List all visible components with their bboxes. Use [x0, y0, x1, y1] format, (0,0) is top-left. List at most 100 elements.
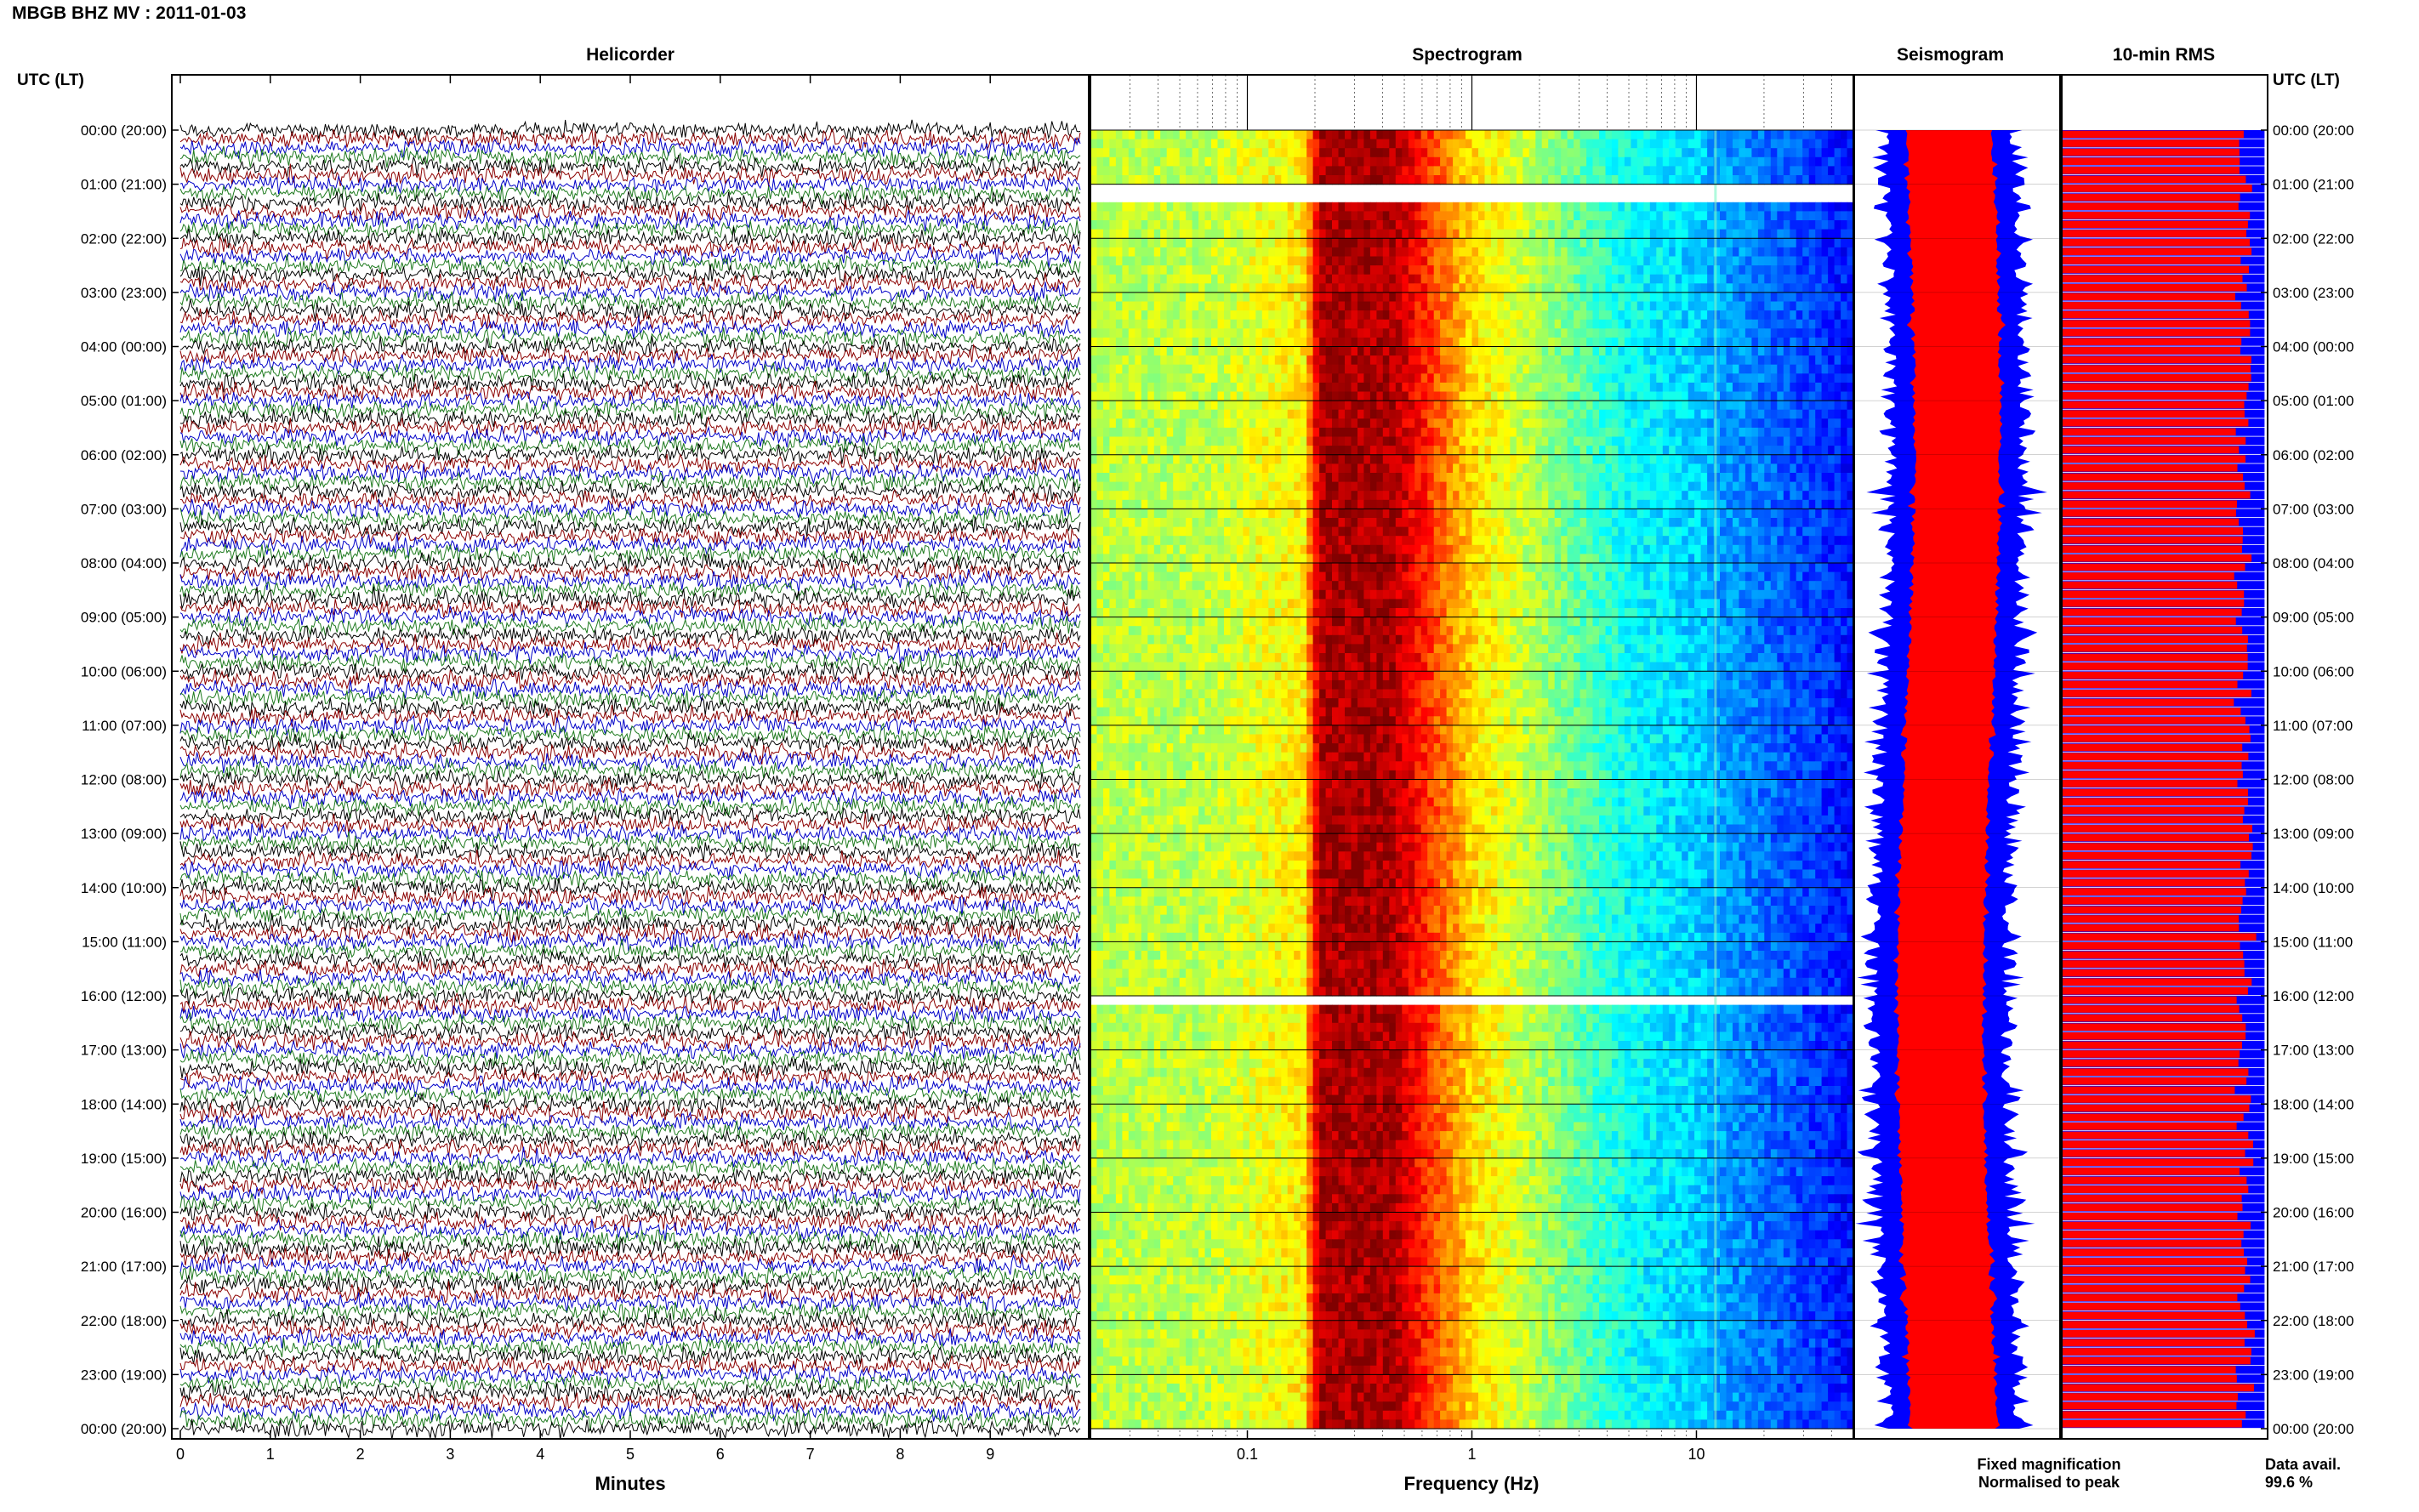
spectrogram-cell — [1281, 364, 1289, 374]
spectrogram-cell — [1796, 391, 1803, 401]
spectrogram-cell — [1790, 382, 1797, 393]
spectrogram-cell — [1682, 292, 1689, 303]
spectrogram-cell — [1682, 409, 1689, 419]
spectrogram-cell — [1440, 355, 1448, 366]
spectrogram-cell — [1656, 463, 1664, 474]
spectrogram-cell — [1599, 446, 1607, 456]
spectrogram-cell — [1503, 473, 1511, 483]
spectrogram-cell — [1306, 175, 1314, 185]
spectrogram-cell — [1338, 391, 1346, 401]
spectrogram-cell — [1611, 409, 1619, 419]
spectrogram-cell — [1369, 247, 1377, 258]
spectrogram-cell — [1141, 499, 1148, 509]
spectrogram-cell — [1115, 373, 1123, 384]
spectrogram-cell — [1821, 229, 1829, 239]
spectrogram-cell — [1828, 202, 1836, 212]
spectrogram-cell — [1319, 139, 1327, 149]
spectrogram-cell — [1815, 355, 1823, 366]
spectrogram-cell — [1841, 130, 1848, 140]
spectrogram-cell — [1153, 463, 1161, 474]
spectrogram-cell — [1389, 229, 1397, 239]
spectrogram-cell — [1243, 409, 1250, 419]
spectrogram-cell — [1618, 175, 1625, 185]
spectrogram-cell — [1128, 156, 1136, 167]
spectrogram-cell — [1541, 229, 1549, 239]
spectrogram-cell — [1338, 274, 1346, 284]
spectrogram-cell — [1096, 409, 1104, 419]
spectrogram-cell — [1490, 238, 1498, 248]
spectrogram-cell — [1179, 265, 1187, 276]
spectrogram-cell — [1834, 256, 1841, 266]
spectrogram-cell — [1281, 220, 1289, 230]
spectrogram-cell — [1478, 491, 1486, 501]
spectrogram-cell — [1624, 382, 1631, 393]
spectrogram-cell — [1332, 454, 1340, 464]
spectrogram-cell — [1274, 166, 1282, 176]
spectrogram-cell — [1115, 148, 1123, 158]
spectrogram-cell — [1497, 238, 1505, 248]
spectrogram-cell — [1497, 346, 1505, 356]
spectrogram-cell — [1281, 247, 1289, 258]
spectrogram-cell — [1446, 175, 1454, 185]
spectrogram-cell — [1478, 175, 1486, 185]
spectrogram-cell — [1459, 238, 1466, 248]
spectrogram-cell — [1675, 292, 1682, 303]
spectrogram-cell — [1090, 229, 1098, 239]
spectrogram-cell — [1363, 491, 1371, 501]
spectrogram-cell — [1243, 211, 1250, 221]
spectrogram-cell — [1173, 148, 1181, 158]
spectrogram-cell — [1294, 220, 1301, 230]
spectrogram-cell — [1255, 473, 1263, 483]
spectrogram-cell — [1427, 229, 1435, 239]
spectrogram-cell — [1841, 211, 1848, 221]
spectrogram-cell — [1217, 220, 1225, 230]
spectrogram-cell — [1834, 364, 1841, 374]
spectrogram-cell — [1224, 220, 1232, 230]
spectrogram-cell — [1268, 292, 1276, 303]
spectrogram-cell — [1579, 446, 1587, 456]
spectrogram-cell — [1338, 130, 1346, 140]
spectrogram-cell — [1770, 373, 1778, 384]
spectrogram-cell — [1230, 130, 1238, 140]
spectrogram-cell — [1345, 229, 1352, 239]
spectrogram-cell — [1395, 166, 1403, 176]
spectrogram-cell — [1503, 256, 1511, 266]
spectrogram-cell — [1446, 156, 1454, 167]
spectrogram-cell — [1548, 256, 1556, 266]
spectrogram-cell — [1345, 401, 1352, 411]
spectrogram-cell — [1808, 491, 1816, 501]
spectrogram-cell — [1204, 139, 1212, 149]
spectrogram-cell — [1478, 148, 1486, 158]
spectrogram-cell — [1770, 355, 1778, 366]
spectrogram-cell — [1402, 148, 1409, 158]
spectrogram-cell — [1700, 265, 1708, 276]
spectrogram-cell — [1122, 346, 1130, 356]
spectrogram-cell — [1841, 292, 1848, 303]
spectrogram-cell — [1739, 346, 1746, 356]
spectrogram-cell — [1135, 427, 1142, 438]
spectrogram-cell — [1408, 175, 1415, 185]
spectrogram-cell — [1440, 328, 1448, 338]
spectrogram-cell — [1669, 265, 1676, 276]
spectrogram-cell — [1510, 418, 1517, 429]
spectrogram-cell — [1363, 418, 1371, 429]
spectrogram-cell — [1783, 364, 1790, 374]
spectrogram-cell — [1300, 473, 1307, 483]
spectrogram-cell — [1802, 256, 1810, 266]
spectrogram-cell — [1408, 436, 1415, 446]
spectrogram-cell — [1402, 247, 1409, 258]
spectrogram-cell — [1338, 256, 1346, 266]
spectrogram-cell — [1224, 247, 1232, 258]
spectrogram-cell — [1268, 310, 1276, 321]
spectrogram-cell — [1389, 418, 1397, 429]
spectrogram-cell — [1294, 436, 1301, 446]
spectrogram-cell — [1224, 463, 1232, 474]
spectrogram-cell — [1523, 156, 1530, 167]
spectrogram-cell — [1471, 346, 1479, 356]
spectrogram-cell — [1166, 427, 1174, 438]
spectrogram-cell — [1312, 463, 1320, 474]
spectrogram-cell — [1255, 446, 1263, 456]
spectrogram-cell — [1446, 473, 1454, 483]
spectrogram-cell — [1446, 436, 1454, 446]
spectrogram-cell — [1135, 481, 1142, 492]
